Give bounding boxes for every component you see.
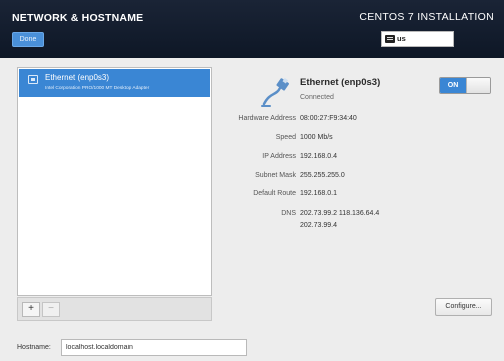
remove-device-button[interactable]: − [42,302,60,317]
connection-status: Connected [300,94,334,101]
ethernet-icon [28,75,38,84]
device-name: Ethernet (enp0s3) [45,73,110,82]
hostname-input[interactable] [61,339,247,356]
speed-label: Speed [275,134,296,141]
connection-name: Ethernet (enp0s3) [300,77,381,88]
dns-value: 202.73.99.2 118.136.64.4 [300,210,380,217]
hardware-address-value: 08:00:27:F9:34:40 [300,115,357,122]
default-route-value: 192.168.0.1 [300,190,337,197]
ip-address-label: IP Address [262,153,296,160]
installation-title: CENTOS 7 INSTALLATION [359,11,494,23]
default-route-label: Default Route [253,190,296,197]
hostname-label: Hostname: [17,344,51,351]
device-list-item-ethernet[interactable]: Ethernet (enp0s3) Intel Corporation PRO/… [19,69,210,97]
page-title: NETWORK & HOSTNAME [12,12,144,24]
configure-button[interactable]: Configure... [435,298,492,316]
dns-value-secondary: 202.73.99.4 [300,222,337,229]
subnet-mask-value: 255.255.255.0 [300,172,345,179]
subnet-mask-label: Subnet Mask [255,172,296,179]
header-bar: NETWORK & HOSTNAME Done CENTOS 7 INSTALL… [0,0,504,58]
toggle-knob[interactable] [466,78,490,93]
connection-toggle[interactable]: ON [439,77,491,94]
toggle-on-label: ON [440,78,466,93]
hardware-address-label: Hardware Address [238,115,296,122]
ip-address-value: 192.168.0.4 [300,153,337,160]
device-description: Intel Corporation PRO/1000 MT Desktop Ad… [45,86,150,91]
device-list: Ethernet (enp0s3) Intel Corporation PRO/… [17,67,212,296]
keyboard-icon [385,35,395,43]
network-cable-icon [261,77,289,107]
speed-value: 1000 Mb/s [300,134,333,141]
add-device-button[interactable]: + [22,302,40,317]
keyboard-layout-indicator[interactable]: us [381,31,454,47]
done-button[interactable]: Done [12,32,44,47]
device-list-toolbar: + − [17,297,212,321]
dns-label: DNS [281,210,296,217]
keyboard-layout-label: us [397,34,406,43]
